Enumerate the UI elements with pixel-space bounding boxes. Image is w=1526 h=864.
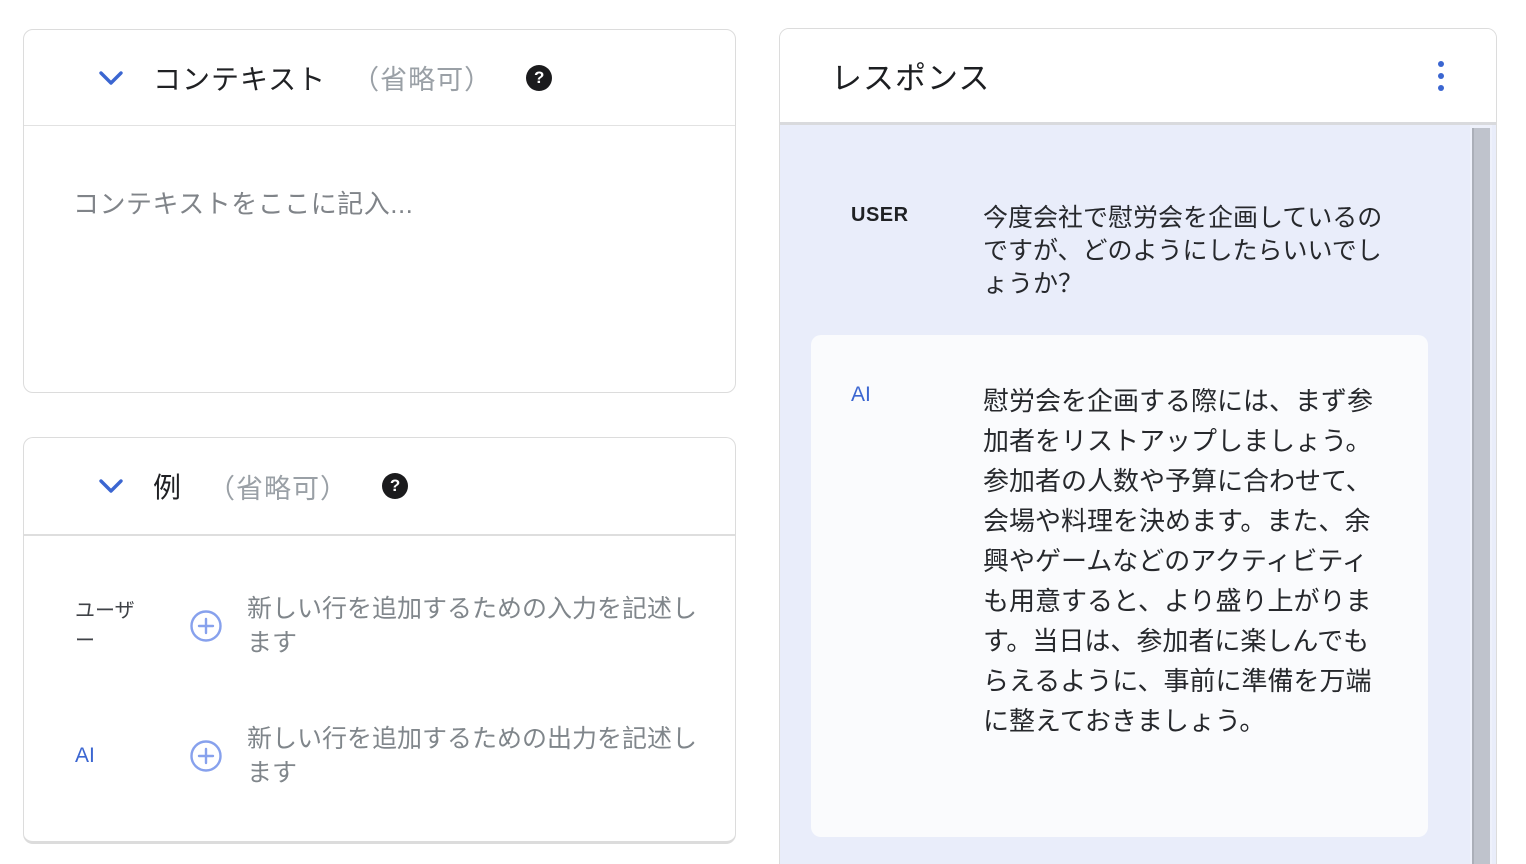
example-user-input-placeholder[interactable]: 新しい行を追加するための入力を記述し ます bbox=[247, 592, 705, 660]
ai-message-text: 慰労会を企画する際には、まず参 加者をリストアップしましょう。 参加者の人数や予… bbox=[983, 381, 1393, 741]
ai-message: AI 慰労会を企画する際には、まず参 加者をリストアップしましょう。 参加者の人… bbox=[811, 381, 1428, 741]
prompt-design-page: コンテキスト （省略可） ? コンテキストをここに記入... 例 （省略可） ?… bbox=[0, 0, 1526, 864]
context-input[interactable]: コンテキストをここに記入... bbox=[24, 126, 735, 221]
chevron-down-icon[interactable] bbox=[98, 69, 124, 87]
examples-panel-title: 例 bbox=[153, 466, 182, 506]
examples-table: ユーザー 新しい行を追加するための入力を記述し ます AI 新しい行を追加するた… bbox=[24, 534, 735, 840]
help-icon[interactable]: ? bbox=[526, 65, 552, 91]
example-user-role-label: ユーザー bbox=[75, 596, 137, 656]
add-row-icon[interactable] bbox=[189, 609, 223, 643]
examples-panel: 例 （省略可） ? ユーザー 新しい行を追加するための入力を記述し ます AI bbox=[23, 437, 736, 844]
chevron-down-icon[interactable] bbox=[98, 477, 124, 495]
context-input-placeholder: コンテキストをここに記入... bbox=[73, 184, 695, 221]
response-panel: レスポンス USER 今度会社で慰労会を企画しているの ですが、どのようにしたら… bbox=[779, 28, 1497, 864]
context-panel: コンテキスト （省略可） ? コンテキストをここに記入... bbox=[23, 29, 736, 393]
response-scrollbar-thumb[interactable] bbox=[1472, 128, 1490, 864]
example-row-user: ユーザー 新しい行を追加するための入力を記述し ます bbox=[75, 592, 705, 660]
user-message-role: USER bbox=[851, 202, 983, 227]
response-panel-title: レスポンス bbox=[831, 53, 990, 98]
response-panel-header: レスポンス bbox=[780, 29, 1496, 125]
add-row-icon[interactable] bbox=[189, 739, 223, 773]
examples-panel-header: 例 （省略可） ? bbox=[24, 438, 735, 534]
context-panel-header: コンテキスト （省略可） ? bbox=[24, 30, 735, 126]
example-ai-output-placeholder[interactable]: 新しい行を追加するための出力を記述し ます bbox=[247, 722, 705, 790]
help-icon[interactable]: ? bbox=[382, 473, 408, 499]
context-optional-label: （省略可） bbox=[352, 58, 492, 97]
user-message-text: 今度会社で慰労会を企画しているの ですが、どのようにしたらいいでし ょうか？ bbox=[983, 202, 1403, 301]
ai-message-role: AI bbox=[851, 381, 983, 407]
user-message: USER 今度会社で慰労会を企画しているの ですが、どのようにしたらいいでし ょ… bbox=[811, 202, 1448, 301]
example-row-ai: AI 新しい行を追加するための出力を記述し ます bbox=[75, 722, 705, 790]
ai-response-card: AI 慰労会を企画する際には、まず参 加者をリストアップしましょう。 参加者の人… bbox=[811, 335, 1428, 837]
context-panel-title: コンテキスト bbox=[153, 58, 326, 98]
response-conversation: USER 今度会社で慰労会を企画しているの ですが、どのようにしたらいいでし ょ… bbox=[780, 125, 1496, 864]
response-scrollbar bbox=[1470, 125, 1492, 864]
example-ai-role-label: AI bbox=[75, 741, 137, 771]
more-options-icon[interactable] bbox=[1434, 57, 1448, 95]
examples-optional-label: （省略可） bbox=[208, 467, 348, 506]
